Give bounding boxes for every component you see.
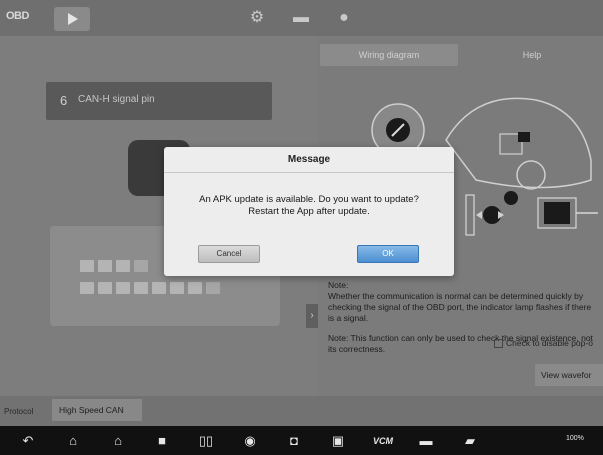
note-body: Whether the communication is normal can … bbox=[328, 291, 592, 323]
bottom-strip: Protocol High Speed CAN bbox=[0, 396, 603, 426]
pin-info-box: 6 CAN-H signal pin bbox=[46, 82, 272, 120]
pin-slot[interactable] bbox=[98, 282, 112, 294]
pin-slot[interactable] bbox=[80, 260, 94, 272]
disable-popup-checkbox[interactable] bbox=[494, 339, 503, 349]
pin-slot[interactable] bbox=[152, 282, 166, 294]
collapse-handle[interactable]: › bbox=[306, 304, 318, 328]
square-icon[interactable]: ■ bbox=[152, 431, 172, 451]
update-dialog: Message An APK update is available. Do y… bbox=[164, 147, 454, 276]
chrome-icon[interactable]: ◉ bbox=[240, 431, 260, 451]
split-icon[interactable]: ▯▯ bbox=[196, 431, 216, 451]
battery-status: 100% bbox=[566, 435, 584, 442]
tab-wiring-diagram[interactable]: Wiring diagram bbox=[320, 44, 458, 66]
pin-slot[interactable] bbox=[134, 260, 148, 272]
screen-record-icon[interactable]: ▣ bbox=[328, 431, 348, 451]
pin-slot[interactable] bbox=[116, 282, 130, 294]
protocol-value: High Speed CAN bbox=[52, 399, 142, 421]
pin-slot[interactable] bbox=[116, 260, 130, 272]
ok-button[interactable]: OK bbox=[357, 245, 419, 263]
pin-slot[interactable] bbox=[206, 282, 220, 294]
checkbox-label: Check to disable pop-o bbox=[506, 338, 593, 348]
folder-icon[interactable]: ▬ bbox=[290, 8, 312, 28]
car-icon[interactable]: ▬ bbox=[416, 431, 436, 451]
play-icon[interactable] bbox=[54, 7, 90, 31]
pin-label: CAN-H signal pin bbox=[78, 94, 155, 105]
note-title: Note: bbox=[328, 280, 349, 290]
pin-number: 6 bbox=[60, 93, 68, 108]
top-toolbar: OBD ⚙ ▬ ● bbox=[0, 0, 603, 36]
dialog-line-2: Restart the App after update. bbox=[248, 206, 370, 217]
pin-slot[interactable] bbox=[188, 282, 202, 294]
pin-slot[interactable] bbox=[80, 282, 94, 294]
camera-icon[interactable]: ◘ bbox=[284, 431, 304, 451]
android-navbar: ↶ ⌂ ⌂ ■ ▯▯ ◉ ◘ ▣ VCM ▬ ▰ 100% bbox=[0, 426, 603, 455]
dialog-line-1: An APK update is available. Do you want … bbox=[199, 194, 419, 205]
cancel-button[interactable]: Cancel bbox=[198, 245, 260, 263]
disable-popup-checkbox-row[interactable]: Check to disable pop-o bbox=[494, 338, 593, 349]
home-icon[interactable]: ⌂ bbox=[63, 431, 83, 451]
gear-icon[interactable]: ⚙ bbox=[246, 8, 268, 28]
vcm-icon[interactable]: VCM bbox=[368, 431, 398, 451]
pin-slot[interactable] bbox=[134, 282, 148, 294]
pin-slot[interactable] bbox=[98, 260, 112, 272]
tab-help[interactable]: Help bbox=[464, 44, 600, 66]
help-icon[interactable]: ● bbox=[333, 8, 355, 28]
dialog-message: An APK update is available. Do you want … bbox=[174, 194, 444, 218]
protocol-label: Protocol bbox=[4, 407, 34, 416]
dialog-title: Message bbox=[164, 147, 454, 173]
house-icon[interactable]: ⌂ bbox=[108, 431, 128, 451]
truck-icon[interactable]: ▰ bbox=[460, 431, 480, 451]
view-waveform-button[interactable]: View wavefor bbox=[535, 364, 603, 386]
pin-slot[interactable] bbox=[170, 282, 184, 294]
app-logo: OBD bbox=[6, 10, 29, 22]
back-icon[interactable]: ↶ bbox=[18, 431, 38, 451]
